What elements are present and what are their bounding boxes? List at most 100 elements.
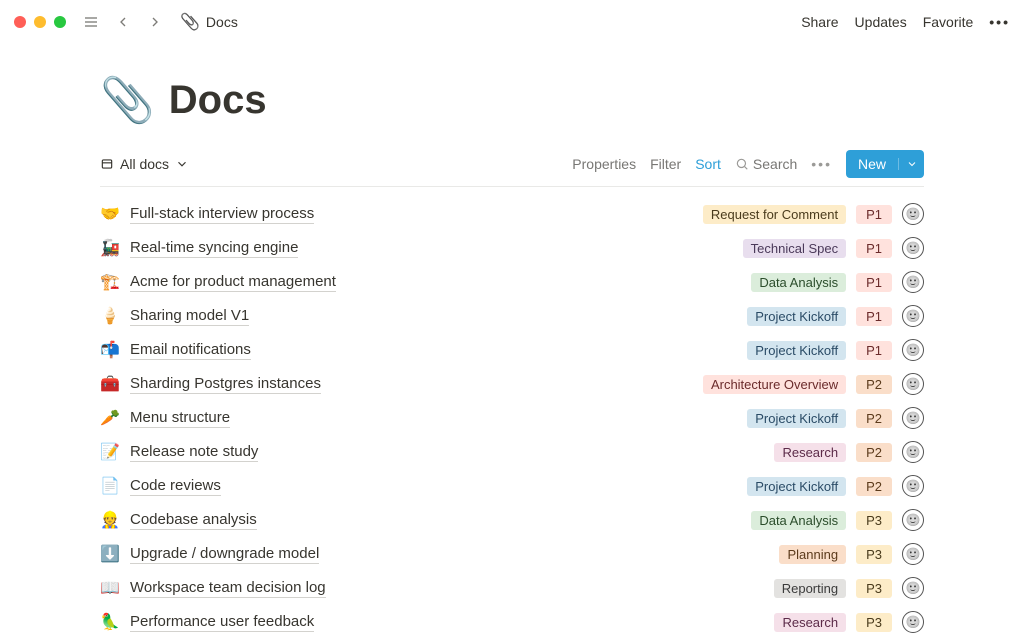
owner-avatar[interactable] xyxy=(902,203,924,225)
list-icon xyxy=(100,157,114,171)
chevron-down-icon xyxy=(906,158,918,170)
window-topbar: 📎 Docs Share Updates Favorite ••• xyxy=(0,0,1024,44)
owner-avatar[interactable] xyxy=(902,475,924,497)
type-tag: Project Kickoff xyxy=(747,409,846,428)
doc-emoji-icon: 🤝 xyxy=(100,204,120,224)
priority-tag: P2 xyxy=(856,443,892,462)
type-tag: Technical Spec xyxy=(743,239,846,258)
doc-title: Sharding Postgres instances xyxy=(130,375,321,394)
more-menu-button[interactable]: ••• xyxy=(989,14,1010,30)
breadcrumb[interactable]: 📎 Docs xyxy=(180,12,238,32)
doc-emoji-icon: 🍦 xyxy=(100,306,120,326)
type-tag: Research xyxy=(774,613,846,632)
nav-back-button[interactable] xyxy=(112,11,134,33)
doc-title: Code reviews xyxy=(130,477,221,496)
list-item[interactable]: 🚂 Real-time syncing engine Technical Spe… xyxy=(100,231,924,265)
type-tag: Data Analysis xyxy=(751,511,846,530)
type-tag: Research xyxy=(774,443,846,462)
view-toolbar: All docs Properties Filter Sort Search •… xyxy=(100,150,924,187)
list-item[interactable]: ⬇️ Upgrade / downgrade model Planning P3 xyxy=(100,537,924,571)
minimize-window-button[interactable] xyxy=(34,16,46,28)
owner-avatar[interactable] xyxy=(902,271,924,293)
list-item[interactable]: 🦜 Performance user feedback Research P3 xyxy=(100,605,924,639)
nav-forward-button[interactable] xyxy=(144,11,166,33)
list-item[interactable]: 📝 Release note study Research P2 xyxy=(100,435,924,469)
filter-button[interactable]: Filter xyxy=(650,156,681,172)
type-tag: Reporting xyxy=(774,579,846,598)
new-button[interactable]: New xyxy=(846,150,924,178)
list-item[interactable]: 📬 Email notifications Project Kickoff P1 xyxy=(100,333,924,367)
sidebar-toggle-icon[interactable] xyxy=(80,11,102,33)
doc-title: Real-time syncing engine xyxy=(130,239,298,258)
priority-tag: P2 xyxy=(856,409,892,428)
new-button-label: New xyxy=(846,156,898,172)
doc-title: Sharing model V1 xyxy=(130,307,249,326)
priority-tag: P3 xyxy=(856,613,892,632)
doc-title: Email notifications xyxy=(130,341,251,360)
page-title: Docs xyxy=(169,78,267,123)
priority-tag: P2 xyxy=(856,375,892,394)
owner-avatar[interactable] xyxy=(902,237,924,259)
doc-title: Release note study xyxy=(130,443,258,462)
list-item[interactable]: 🍦 Sharing model V1 Project Kickoff P1 xyxy=(100,299,924,333)
priority-tag: P1 xyxy=(856,239,892,258)
search-button[interactable]: Search xyxy=(735,156,797,172)
view-selector[interactable]: All docs xyxy=(100,156,189,172)
doc-title: Full-stack interview process xyxy=(130,205,314,224)
owner-avatar[interactable] xyxy=(902,509,924,531)
type-tag: Data Analysis xyxy=(751,273,846,292)
owner-avatar[interactable] xyxy=(902,305,924,327)
doc-emoji-icon: 👷 xyxy=(100,510,120,530)
list-item[interactable]: 📖 Workspace team decision log Reporting … xyxy=(100,571,924,605)
chevron-down-icon xyxy=(175,157,189,171)
list-item[interactable]: 👷 Codebase analysis Data Analysis P3 xyxy=(100,503,924,537)
priority-tag: P1 xyxy=(856,341,892,360)
priority-tag: P1 xyxy=(856,307,892,326)
owner-avatar[interactable] xyxy=(902,543,924,565)
doc-title: Upgrade / downgrade model xyxy=(130,545,319,564)
priority-tag: P1 xyxy=(856,205,892,224)
owner-avatar[interactable] xyxy=(902,611,924,633)
share-button[interactable]: Share xyxy=(801,14,838,30)
owner-avatar[interactable] xyxy=(902,441,924,463)
priority-tag: P3 xyxy=(856,579,892,598)
doc-emoji-icon: 📬 xyxy=(100,340,120,360)
priority-tag: P3 xyxy=(856,545,892,564)
page-icon[interactable]: 📎 xyxy=(100,74,155,126)
search-label: Search xyxy=(753,156,797,172)
window-controls xyxy=(14,16,66,28)
list-item[interactable]: 📄 Code reviews Project Kickoff P2 xyxy=(100,469,924,503)
doc-emoji-icon: 🥕 xyxy=(100,408,120,428)
updates-button[interactable]: Updates xyxy=(855,14,907,30)
doc-title: Workspace team decision log xyxy=(130,579,326,598)
doc-emoji-icon: ⬇️ xyxy=(100,544,120,564)
search-icon xyxy=(735,157,749,171)
sort-button[interactable]: Sort xyxy=(695,156,721,172)
owner-avatar[interactable] xyxy=(902,373,924,395)
list-item[interactable]: 🧰 Sharding Postgres instances Architectu… xyxy=(100,367,924,401)
doc-emoji-icon: 🚂 xyxy=(100,238,120,258)
owner-avatar[interactable] xyxy=(902,407,924,429)
priority-tag: P2 xyxy=(856,477,892,496)
owner-avatar[interactable] xyxy=(902,339,924,361)
close-window-button[interactable] xyxy=(14,16,26,28)
maximize-window-button[interactable] xyxy=(54,16,66,28)
doc-title: Acme for product management xyxy=(130,273,336,292)
list-item[interactable]: 🤝 Full-stack interview process Request f… xyxy=(100,197,924,231)
new-button-caret[interactable] xyxy=(898,158,924,170)
doc-emoji-icon: 🧰 xyxy=(100,374,120,394)
type-tag: Request for Comment xyxy=(703,205,846,224)
list-item[interactable]: 🥕 Menu structure Project Kickoff P2 xyxy=(100,401,924,435)
priority-tag: P1 xyxy=(856,273,892,292)
doc-title: Menu structure xyxy=(130,409,230,428)
doc-emoji-icon: 🏗️ xyxy=(100,272,120,292)
view-more-button[interactable]: ••• xyxy=(811,156,832,172)
owner-avatar[interactable] xyxy=(902,577,924,599)
doc-emoji-icon: 🦜 xyxy=(100,612,120,632)
favorite-button[interactable]: Favorite xyxy=(923,14,974,30)
type-tag: Project Kickoff xyxy=(747,477,846,496)
properties-button[interactable]: Properties xyxy=(572,156,636,172)
list-item[interactable]: 🏗️ Acme for product management Data Anal… xyxy=(100,265,924,299)
doc-title: Performance user feedback xyxy=(130,613,314,632)
type-tag: Project Kickoff xyxy=(747,307,846,326)
